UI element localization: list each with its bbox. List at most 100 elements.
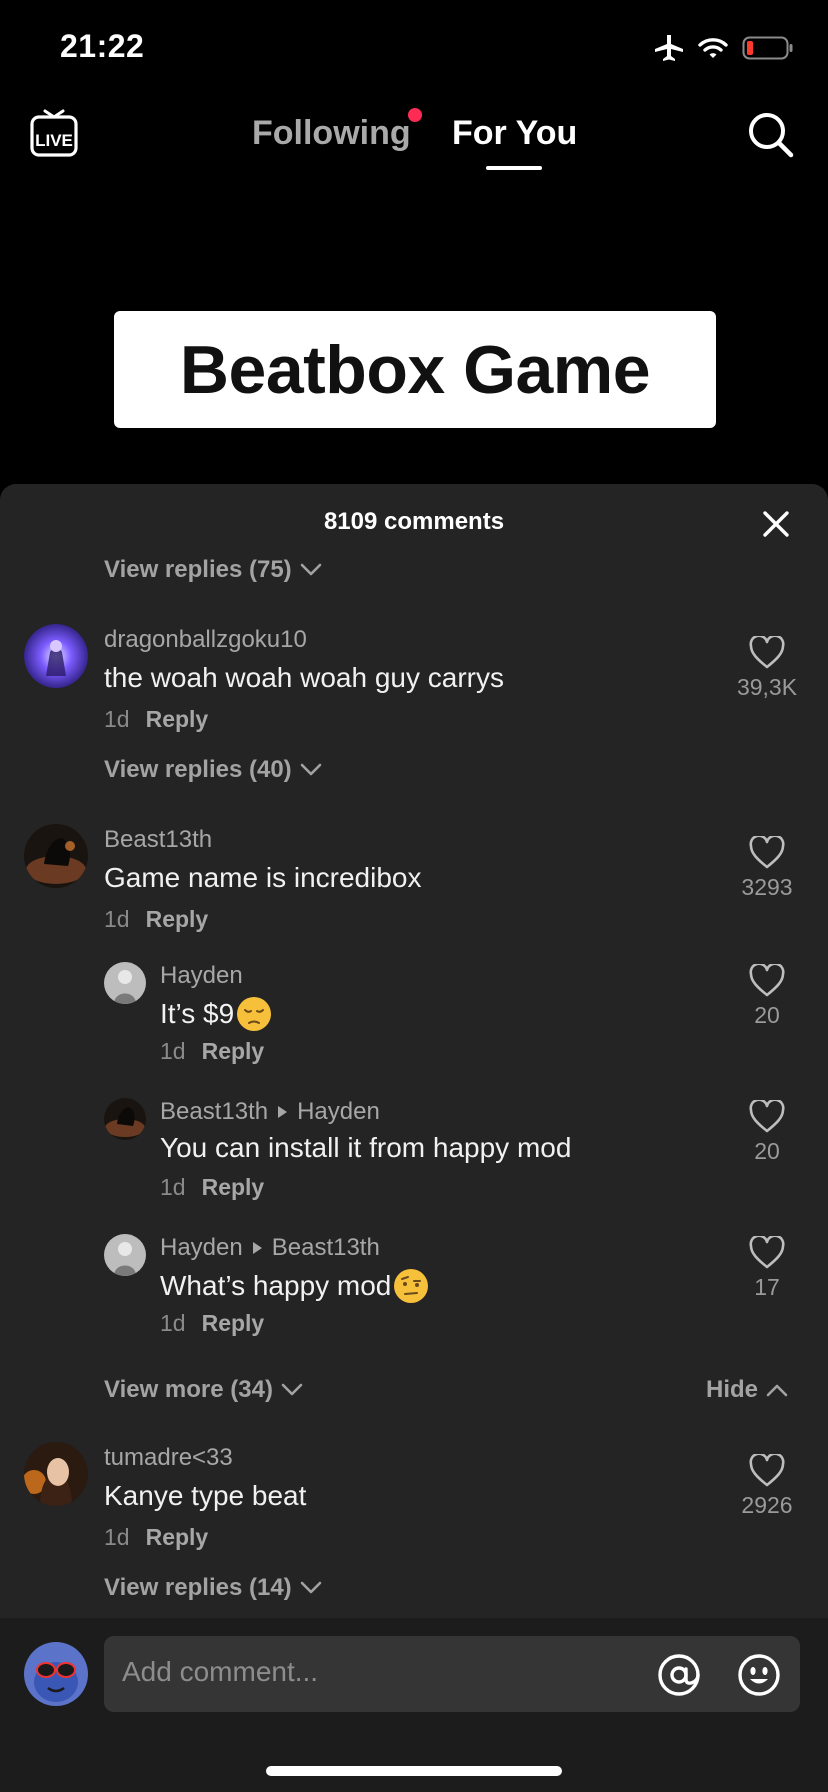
- comment-text: Kanye type beat: [104, 1480, 307, 1511]
- video-title-card: Beatbox Game: [114, 311, 716, 428]
- reply-button[interactable]: Reply: [146, 906, 209, 932]
- status-icons: [654, 34, 794, 62]
- comment-meta: 1d Reply: [104, 1524, 208, 1551]
- chevron-down-icon: [300, 1581, 321, 1594]
- reply-author[interactable]: Hayden: [160, 1234, 243, 1262]
- reply-to-arrow-icon: [252, 1242, 262, 1254]
- pensive-emoji-icon: [237, 997, 272, 1031]
- chevron-down-icon: [281, 1383, 303, 1396]
- like-button[interactable]: 3293: [722, 836, 812, 901]
- reply-target[interactable]: Hayden: [297, 1098, 380, 1126]
- comment-meta: 1d Reply: [160, 1174, 264, 1201]
- hide-label: Hide: [706, 1376, 759, 1403]
- comment-meta: 1d Reply: [104, 706, 208, 733]
- raised-eyebrow-emoji-icon: [394, 1269, 429, 1303]
- heart-icon: [749, 1454, 785, 1487]
- reply-button[interactable]: Reply: [146, 1524, 209, 1550]
- heart-icon: [749, 1236, 785, 1269]
- avatar[interactable]: [24, 1442, 88, 1506]
- notification-dot: [408, 108, 422, 122]
- comment-text: It’s $9: [160, 996, 272, 1032]
- view-more-label: View more (34): [104, 1376, 273, 1403]
- comment-time: 1d: [104, 706, 130, 732]
- feed-tabs: Following For You: [0, 108, 828, 178]
- at-icon[interactable]: [656, 1652, 702, 1698]
- view-replies-label: View replies (75): [104, 556, 292, 583]
- avatar[interactable]: [24, 824, 88, 888]
- comment-username: Hayden Beast13th: [160, 1234, 380, 1262]
- active-tab-indicator: [486, 166, 542, 170]
- like-button[interactable]: 39,3K: [722, 636, 812, 701]
- home-indicator[interactable]: [266, 1766, 562, 1776]
- like-button[interactable]: 2926: [722, 1454, 812, 1519]
- comment-text-content: What’s happy mod: [160, 1270, 392, 1301]
- hide-replies-link[interactable]: Hide: [706, 1376, 788, 1404]
- comment-username[interactable]: Hayden: [160, 962, 243, 990]
- view-more-link[interactable]: View more (34): [104, 1376, 303, 1404]
- reply-button[interactable]: Reply: [202, 1038, 265, 1064]
- view-replies-link[interactable]: View replies (75): [104, 556, 322, 584]
- comment-time: 1d: [160, 1174, 186, 1200]
- like-count: 17: [754, 1274, 780, 1300]
- comment-time: 1d: [104, 1524, 130, 1550]
- chevron-down-icon: [300, 763, 321, 776]
- wifi-icon: [698, 38, 728, 58]
- view-replies-link[interactable]: View replies (40): [104, 756, 322, 784]
- comment-username[interactable]: tumadre<33: [104, 1444, 233, 1472]
- heart-icon: [749, 964, 785, 997]
- comment-username: Beast13th Hayden: [160, 1098, 380, 1126]
- comment-meta: 1d Reply: [160, 1038, 264, 1065]
- comment-input[interactable]: Add comment...: [104, 1636, 800, 1712]
- comment-input-placeholder: Add comment...: [122, 1656, 319, 1687]
- comment-username[interactable]: dragonballzgoku10: [104, 626, 307, 654]
- chevron-down-icon: [300, 563, 321, 576]
- close-icon[interactable]: [760, 508, 792, 540]
- view-replies-label: View replies (14): [104, 1574, 292, 1601]
- comment-text-content: It’s $9: [160, 998, 235, 1029]
- like-count: 39,3K: [736, 674, 798, 700]
- reply-button[interactable]: Reply: [202, 1174, 265, 1200]
- comments-count: 8109 comments: [323, 508, 505, 535]
- comment-time: 1d: [104, 906, 130, 932]
- comment-time: 1d: [160, 1310, 186, 1336]
- heart-icon: [749, 836, 785, 869]
- comment-text: Game name is incredibox: [104, 862, 422, 893]
- airplane-icon: [655, 35, 683, 61]
- comments-sheet: 8109 comments View replies (75) dragonba…: [0, 484, 828, 1792]
- tab-following[interactable]: Following: [252, 114, 411, 153]
- view-replies-link[interactable]: View replies (14): [104, 1574, 322, 1602]
- comment-text: What’s happy mod: [160, 1268, 429, 1304]
- avatar[interactable]: [104, 962, 146, 1004]
- heart-icon: [749, 1100, 785, 1133]
- comment-meta: 1d Reply: [104, 906, 208, 933]
- like-button[interactable]: 17: [722, 1236, 812, 1301]
- avatar[interactable]: [104, 1098, 146, 1140]
- search-icon[interactable]: [746, 110, 796, 160]
- comment-text: You can install it from happy mod: [160, 1132, 572, 1163]
- like-count: 3293: [741, 874, 793, 900]
- reply-author[interactable]: Beast13th: [160, 1098, 268, 1126]
- status-time: 21:22: [60, 28, 145, 64]
- comment-username[interactable]: Beast13th: [104, 826, 212, 854]
- avatar[interactable]: [104, 1234, 146, 1276]
- comment-text: the woah woah woah guy carrys: [104, 662, 504, 693]
- like-button[interactable]: 20: [722, 1100, 812, 1165]
- emoji-icon[interactable]: [736, 1652, 782, 1698]
- like-count: 20: [754, 1002, 780, 1028]
- my-avatar[interactable]: [24, 1642, 88, 1706]
- view-replies-label: View replies (40): [104, 756, 292, 783]
- like-count: 2926: [741, 1492, 793, 1518]
- video-title-text: Beatbox Game: [179, 331, 651, 408]
- reply-button[interactable]: Reply: [202, 1310, 265, 1336]
- reply-to-arrow-icon: [278, 1106, 288, 1118]
- like-button[interactable]: 20: [722, 964, 812, 1029]
- chevron-up-icon: [766, 1384, 788, 1397]
- reply-button[interactable]: Reply: [146, 706, 209, 732]
- tab-for-you[interactable]: For You: [452, 114, 577, 153]
- screen: 21:22 LIVE Following For You Beatbox Gam…: [0, 0, 828, 1792]
- like-count: 20: [754, 1138, 780, 1164]
- reply-target[interactable]: Beast13th: [272, 1234, 380, 1262]
- battery-icon: [742, 36, 793, 60]
- heart-icon: [749, 636, 785, 669]
- avatar[interactable]: [24, 624, 88, 688]
